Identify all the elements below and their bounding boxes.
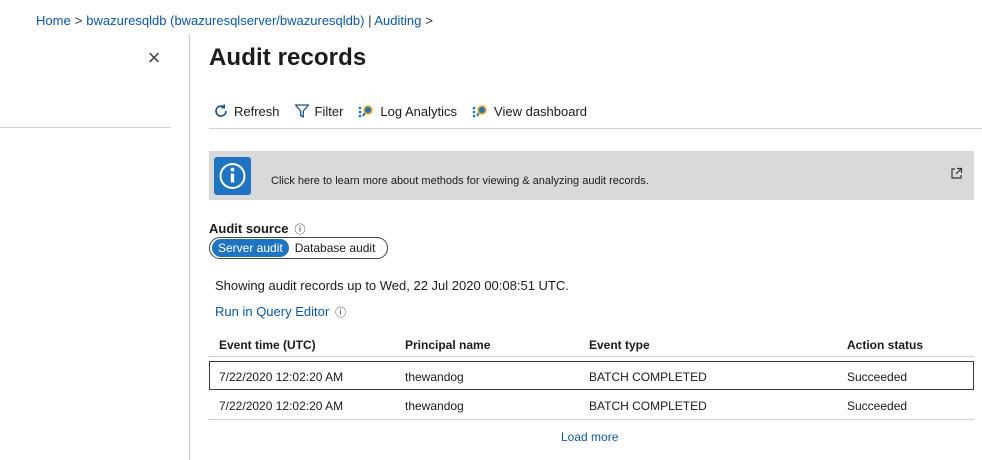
info-icon[interactable]: ⓘ xyxy=(335,307,346,319)
cell-action-status: Succeeded xyxy=(847,370,908,384)
run-in-query-editor-label[interactable]: Run in Query Editor xyxy=(215,304,329,319)
audit-source-label: Audit source ⓘ xyxy=(209,221,305,237)
breadcrumb-database[interactable]: bwazuresqldb (bwazuresqlserver/bwazuresq… xyxy=(86,13,364,28)
table-row-divider xyxy=(209,419,974,420)
server-audit-option[interactable]: Server audit xyxy=(212,239,289,257)
log-analytics-icon xyxy=(359,105,374,118)
log-analytics-label: Log Analytics xyxy=(380,103,458,119)
info-banner-text[interactable]: Click here to learn more about methods f… xyxy=(271,175,649,187)
page-title: Audit records xyxy=(209,44,367,71)
column-header-action-status[interactable]: Action status xyxy=(847,338,923,352)
refresh-button[interactable]: Refresh xyxy=(213,103,280,119)
left-pane-divider xyxy=(0,127,171,128)
view-dashboard-button[interactable]: View dashboard xyxy=(471,103,587,119)
cell-event-type: BATCH COMPLETED xyxy=(589,399,707,413)
column-header-event-time[interactable]: Event time (UTC) xyxy=(219,338,316,352)
table-header-divider xyxy=(209,356,974,357)
cell-principal-name: thewandog xyxy=(405,399,464,413)
breadcrumb-home[interactable]: Home xyxy=(36,13,71,28)
refresh-icon xyxy=(215,104,227,117)
column-header-event-type[interactable]: Event type xyxy=(589,338,650,352)
info-icon[interactable]: ⓘ xyxy=(294,224,305,236)
toolbar-divider xyxy=(209,128,982,129)
column-header-principal-name[interactable]: Principal name xyxy=(405,338,490,352)
refresh-label: Refresh xyxy=(234,103,280,119)
audit-source-toggle: Server audit Database audit xyxy=(209,237,388,259)
breadcrumb: Home > bwazuresqldb (bwazuresqlserver/bwaz… xyxy=(36,13,437,28)
breadcrumb-pipe: | xyxy=(364,13,375,28)
dashboard-icon xyxy=(472,105,487,118)
toolbar: Refresh Filter Log Analytics View dashbo… xyxy=(213,101,601,121)
run-in-query-editor-link[interactable]: Run in Query Editor ⓘ xyxy=(215,304,346,320)
breadcrumb-separator: > xyxy=(74,13,83,28)
blade-divider xyxy=(189,34,190,460)
showing-records-text: Showing audit records up to Wed, 22 Jul … xyxy=(215,278,569,293)
filter-label: Filter xyxy=(314,103,344,119)
close-button[interactable]: × xyxy=(140,44,168,72)
info-icon xyxy=(214,157,251,195)
audit-source-text: Audit source xyxy=(209,221,289,236)
cell-event-type: BATCH COMPLETED xyxy=(589,370,707,384)
cell-action-status: Succeeded xyxy=(847,399,908,413)
external-link-icon[interactable] xyxy=(950,167,963,185)
load-more-link[interactable]: Load more xyxy=(561,430,618,444)
view-dashboard-label: View dashboard xyxy=(494,103,588,119)
cell-event-time: 7/22/2020 12:02:20 AM xyxy=(219,399,344,413)
breadcrumb-separator: > xyxy=(425,13,433,28)
cell-event-time: 7/22/2020 12:02:20 AM xyxy=(219,370,344,384)
breadcrumb-auditing[interactable]: Auditing xyxy=(374,13,421,28)
filter-button[interactable]: Filter xyxy=(294,103,344,119)
log-analytics-button[interactable]: Log Analytics xyxy=(357,103,457,119)
cell-principal-name: thewandog xyxy=(405,370,464,384)
database-audit-option[interactable]: Database audit xyxy=(295,241,376,255)
filter-icon xyxy=(294,104,309,118)
